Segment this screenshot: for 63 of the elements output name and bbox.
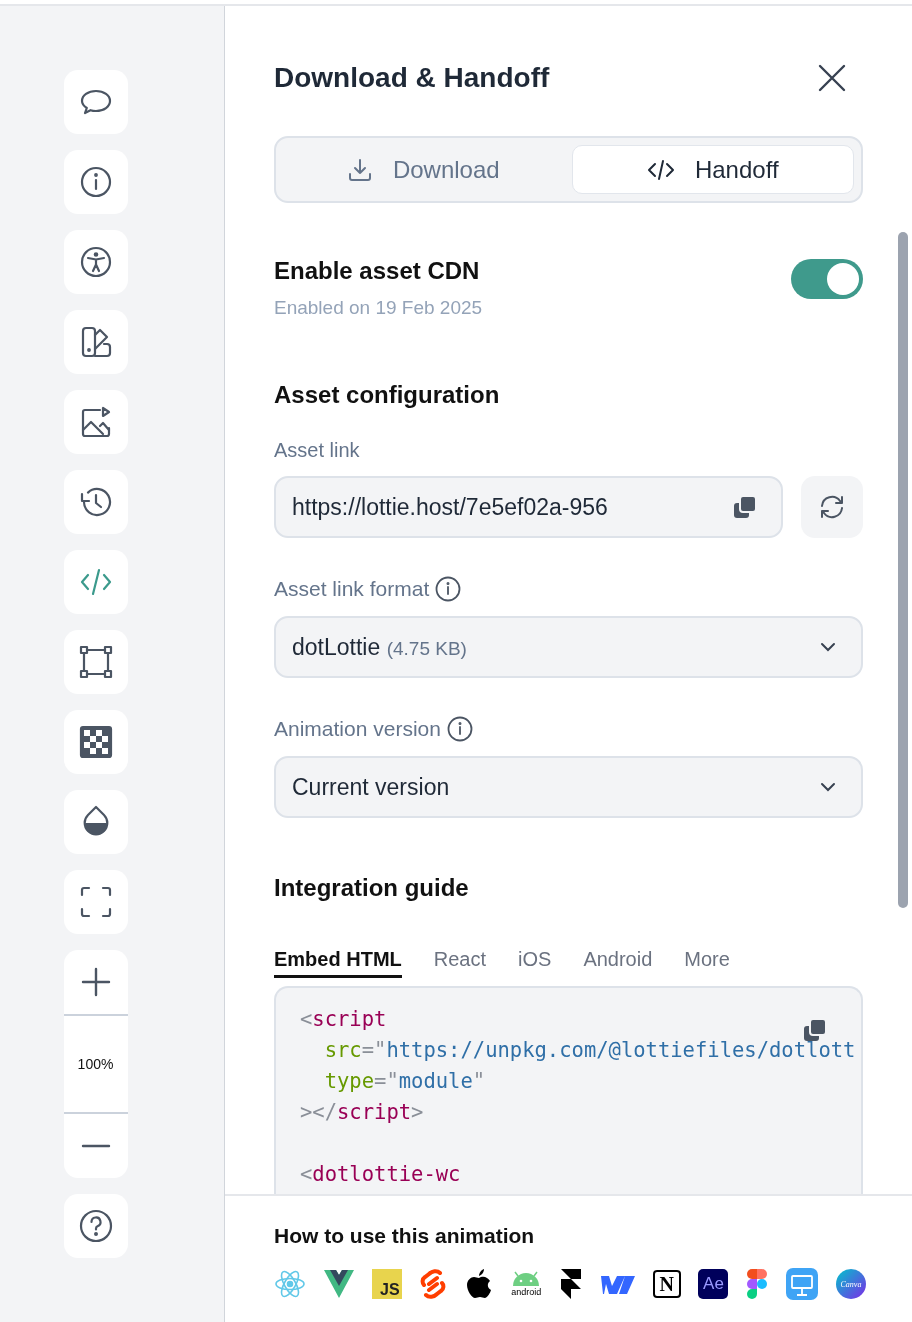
copy-icon[interactable] xyxy=(733,495,757,519)
tool-button[interactable] xyxy=(63,150,128,214)
mode-tab[interactable]: Handoff xyxy=(571,145,854,194)
code-line: <dotlottie-wc xyxy=(300,1161,461,1188)
asset-link-field[interactable]: https://lottie.host/7e5ef02a-956 xyxy=(274,476,783,538)
mode-tab[interactable]: Download xyxy=(283,145,564,194)
guide-tab[interactable]: iOS xyxy=(518,948,552,978)
js-logo[interactable]: JS xyxy=(371,1269,402,1299)
version-select[interactable]: Current version xyxy=(274,756,863,818)
scrollbar[interactable] xyxy=(898,232,908,908)
code-line: src="https://unpkg.com/@lottiefiles/dotlott xyxy=(323,1037,856,1064)
field-label: Asset link xyxy=(274,439,361,462)
panel-title: Download & Handoff xyxy=(274,62,550,94)
help-button[interactable] xyxy=(63,1194,128,1258)
tool-button[interactable] xyxy=(63,630,128,694)
code-line: <script xyxy=(300,1006,387,1033)
guide-tab[interactable]: React xyxy=(433,948,487,978)
tool-button[interactable] xyxy=(63,870,128,934)
android-logo[interactable]: android xyxy=(511,1271,542,1297)
tool-button[interactable] xyxy=(63,790,128,854)
v-logo-icon[interactable] xyxy=(323,1269,354,1299)
section-title: Asset configuration xyxy=(274,381,501,409)
section-title: Integration guide xyxy=(274,874,470,902)
tool-button[interactable] xyxy=(63,310,128,374)
zoom-level: 100% xyxy=(63,1014,128,1114)
info-icon[interactable] xyxy=(435,576,462,602)
apple-logo-icon[interactable] xyxy=(465,1268,494,1300)
format-select[interactable]: dotLottie (4.75 KB) xyxy=(274,616,863,678)
ae-logo[interactable]: Ae xyxy=(698,1269,729,1299)
field-label: Asset link format xyxy=(274,577,430,601)
code-line: ></script> xyxy=(300,1099,424,1126)
figma-logo-icon[interactable] xyxy=(746,1268,769,1300)
refresh-button[interactable] xyxy=(801,476,863,538)
guide-tab[interactable]: More xyxy=(684,948,730,978)
tool-button[interactable] xyxy=(63,390,128,454)
cdn-date: Enabled on 19 Feb 2025 xyxy=(274,297,483,319)
cdn-toggle[interactable] xyxy=(791,259,863,299)
canva-logo[interactable]: Canva xyxy=(835,1269,866,1299)
guide-tab[interactable]: Android xyxy=(583,948,653,978)
field-label: Animation version xyxy=(274,717,441,741)
guide-tab[interactable]: Embed HTML xyxy=(274,948,402,978)
code-line: type="module" xyxy=(323,1068,486,1095)
close-button[interactable] xyxy=(817,63,847,93)
tool-button[interactable] xyxy=(63,470,128,534)
tool-button[interactable] xyxy=(63,710,128,774)
tool-button[interactable] xyxy=(63,70,128,134)
close-icon xyxy=(817,63,847,93)
cdn-title: Enable asset CDN xyxy=(274,257,481,285)
copy-icon[interactable] xyxy=(803,1018,827,1042)
chevron-icon xyxy=(819,641,837,653)
minus-icon xyxy=(80,1144,111,1148)
chevron-icon xyxy=(819,781,837,793)
info-icon[interactable] xyxy=(446,716,473,742)
tool-button[interactable] xyxy=(63,230,128,294)
framer-logo-icon[interactable] xyxy=(559,1268,583,1300)
code-icon xyxy=(646,157,675,182)
code-button[interactable] xyxy=(63,550,128,614)
notion-logo[interactable]: N xyxy=(652,1270,681,1298)
s-logo-icon[interactable] xyxy=(419,1268,448,1300)
download-icon xyxy=(346,156,373,183)
footer-title: How to use this animation xyxy=(274,1224,536,1248)
keynote-logo-icon[interactable] xyxy=(786,1268,819,1300)
w-logo-icon[interactable] xyxy=(600,1273,635,1295)
